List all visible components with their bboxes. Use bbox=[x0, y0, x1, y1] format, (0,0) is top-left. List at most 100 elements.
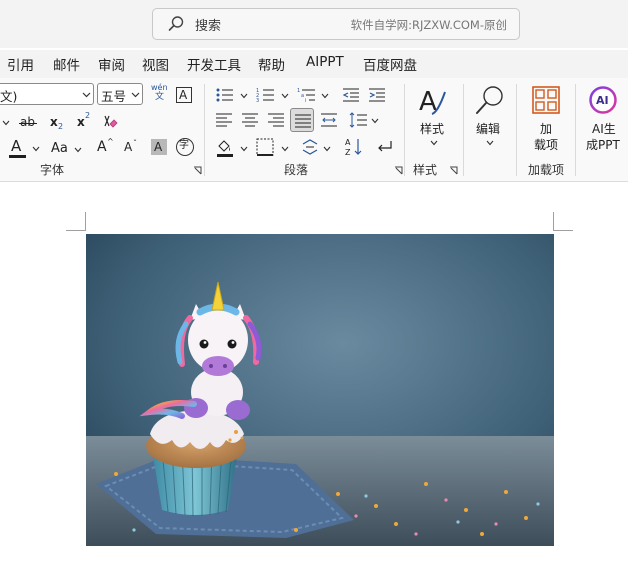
chevron-down-icon[interactable] bbox=[321, 93, 329, 99]
svg-text:Z: Z bbox=[345, 148, 351, 157]
styles-button-label: 样式 bbox=[420, 122, 445, 136]
chevron-down-icon[interactable] bbox=[240, 93, 248, 99]
dialog-launcher-icon[interactable] bbox=[394, 166, 403, 175]
multilevel-list-icon[interactable]: 1ai bbox=[297, 86, 317, 104]
font-color-button[interactable]: A bbox=[8, 139, 28, 159]
line-spacing-icon[interactable] bbox=[348, 111, 368, 129]
tab-mailings[interactable]: 邮件 bbox=[53, 54, 80, 74]
svg-text:A: A bbox=[345, 138, 351, 147]
strikethrough-button[interactable]: ab bbox=[18, 114, 40, 132]
chevron-down-icon[interactable] bbox=[323, 146, 331, 152]
char-border-button[interactable]: A bbox=[176, 87, 192, 103]
subscript-button[interactable]: x 2 bbox=[48, 114, 68, 132]
search-icon bbox=[168, 16, 184, 31]
phonetic-guide-button[interactable]: wén 文 bbox=[150, 84, 170, 106]
align-left-icon[interactable] bbox=[215, 112, 233, 128]
chevron-down-icon[interactable] bbox=[32, 146, 40, 152]
tab-review[interactable]: 审阅 bbox=[98, 54, 125, 74]
styles-button[interactable]: A 样式 bbox=[412, 84, 456, 154]
chevron-down-icon[interactable] bbox=[82, 90, 91, 99]
search-placeholder[interactable]: 搜索 bbox=[195, 15, 221, 34]
chevron-down-icon[interactable] bbox=[486, 140, 494, 146]
crop-mark bbox=[85, 212, 86, 231]
increase-indent-icon[interactable] bbox=[368, 86, 386, 104]
chevron-down-icon[interactable] bbox=[240, 146, 248, 152]
ribbon: 文) 五号 wén 文 A ab x 2 x 2 A Aa A ^ A ˇ A … bbox=[0, 78, 628, 182]
bullets-icon[interactable] bbox=[215, 86, 235, 104]
align-right-icon[interactable] bbox=[267, 112, 285, 128]
group-separator bbox=[463, 84, 464, 176]
superscript-button[interactable]: x 2 bbox=[75, 112, 95, 130]
strikethrough-glyph: ab bbox=[20, 115, 35, 129]
show-marks-icon[interactable] bbox=[374, 138, 394, 156]
ai-ppt-button[interactable]: AI AI生 成PPT bbox=[582, 84, 628, 154]
crop-mark bbox=[553, 230, 573, 231]
change-case-glyph: Aa bbox=[51, 141, 68, 156]
chevron-down-icon[interactable] bbox=[74, 147, 82, 153]
char-shading-button[interactable]: A bbox=[151, 139, 167, 155]
grow-font-button[interactable]: A ^ bbox=[96, 138, 116, 158]
group-separator bbox=[204, 84, 205, 176]
editing-button[interactable]: 编辑 bbox=[470, 84, 510, 154]
clear-formatting-icon[interactable] bbox=[101, 113, 119, 131]
change-case-button[interactable]: Aa bbox=[50, 140, 82, 158]
dialog-launcher-icon[interactable] bbox=[193, 166, 202, 175]
font-name-combo[interactable]: 文) bbox=[0, 83, 94, 105]
dialog-launcher-icon[interactable] bbox=[449, 166, 458, 175]
borders-icon[interactable] bbox=[256, 138, 274, 156]
tab-baidu-netdisk[interactable]: 百度网盘 bbox=[363, 54, 417, 74]
font-size-combo[interactable]: 五号 bbox=[97, 83, 143, 105]
font-name-value: 文) bbox=[0, 89, 18, 104]
svg-text:a: a bbox=[301, 93, 304, 99]
styles-group-label: 样式 bbox=[413, 163, 438, 177]
phonetic-top: wén bbox=[151, 83, 168, 92]
tab-developer[interactable]: 开发工具 bbox=[187, 54, 241, 74]
font-color-bar bbox=[9, 155, 26, 158]
shrink-font-button[interactable]: A ˇ bbox=[122, 138, 142, 158]
tab-references[interactable]: 引用 bbox=[7, 54, 34, 74]
justify-icon bbox=[295, 114, 311, 128]
strike-line bbox=[19, 123, 37, 124]
justify-button[interactable] bbox=[290, 108, 314, 132]
chevron-down-icon[interactable] bbox=[281, 93, 289, 99]
down-caret-icon: ˇ bbox=[133, 139, 137, 148]
chevron-down-icon[interactable] bbox=[371, 118, 379, 124]
phonetic-bottom: 文 bbox=[155, 92, 165, 102]
tab-view[interactable]: 视图 bbox=[142, 54, 169, 74]
tab-aippt[interactable]: AIPPT bbox=[306, 54, 344, 70]
cupcake-photo-illustration bbox=[86, 234, 554, 546]
font-size-value: 五号 bbox=[101, 89, 127, 104]
chevron-down-icon[interactable] bbox=[281, 146, 289, 152]
subscript-base: x bbox=[50, 115, 58, 129]
shading-icon[interactable] bbox=[215, 138, 235, 158]
group-separator bbox=[575, 84, 576, 176]
chevron-down-icon[interactable] bbox=[131, 90, 140, 99]
font-group-label: 字体 bbox=[40, 163, 65, 177]
shrink-font-glyph: A bbox=[124, 140, 133, 154]
menu-tab-bar: 引用 邮件 审阅 视图 开发工具 帮助 AIPPT 百度网盘 bbox=[0, 50, 628, 78]
chevron-down-icon[interactable] bbox=[2, 120, 10, 126]
addins-button[interactable]: 加 载项 bbox=[526, 84, 566, 154]
cupcake-unicorn-image[interactable] bbox=[86, 234, 554, 546]
watermark-text: 软件自学网:RJZXW.COM-原创 bbox=[350, 18, 507, 32]
superscript-mark: 2 bbox=[85, 111, 91, 120]
magnifier-icon bbox=[476, 86, 503, 114]
distributed-icon[interactable] bbox=[320, 111, 338, 129]
chinese-layout-icon[interactable] bbox=[300, 138, 320, 156]
up-caret-icon: ^ bbox=[107, 137, 114, 146]
tab-help[interactable]: 帮助 bbox=[258, 54, 285, 74]
decrease-indent-icon[interactable] bbox=[342, 86, 360, 104]
font-color-glyph: A bbox=[11, 137, 22, 155]
char-border-glyph: A bbox=[179, 88, 188, 102]
ai-logo-text: AI bbox=[596, 94, 609, 107]
search-box[interactable]: 搜索 软件自学网:RJZXW.COM-原创 bbox=[152, 8, 520, 40]
svg-text:1: 1 bbox=[297, 88, 300, 94]
sort-icon[interactable]: AZ bbox=[344, 136, 364, 158]
paragraph-group-label: 段落 bbox=[284, 163, 309, 177]
group-separator bbox=[516, 84, 517, 176]
group-separator bbox=[404, 84, 405, 176]
enclose-char-button[interactable]: 字 bbox=[176, 138, 194, 156]
numbering-icon[interactable]: 123 bbox=[256, 86, 276, 104]
chevron-down-icon[interactable] bbox=[430, 140, 438, 146]
align-center-icon[interactable] bbox=[241, 112, 259, 128]
